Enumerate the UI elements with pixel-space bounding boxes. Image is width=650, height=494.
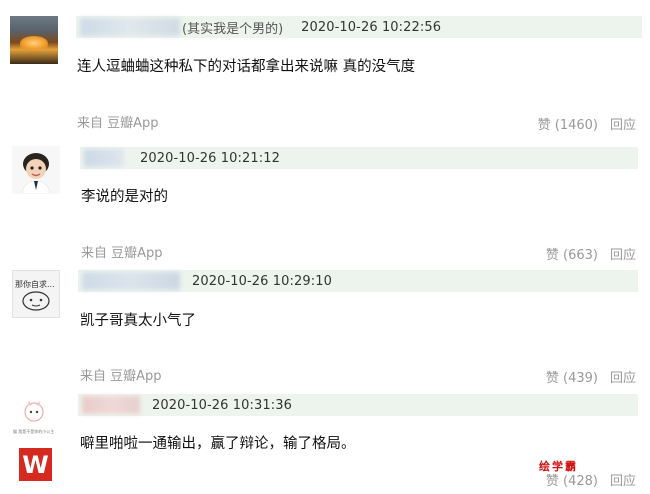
comment-text: 李说的是对的 <box>81 189 168 205</box>
comment-source: 来自 豆瓣App <box>77 116 159 131</box>
like-button[interactable]: 赞 (1460) <box>538 114 598 133</box>
timestamp: 2020-10-26 10:21:12 <box>140 150 280 166</box>
w-logo: W <box>19 448 52 481</box>
comment-header: 2020-10-26 10:21:12 <box>80 147 638 169</box>
username-blurred[interactable] <box>82 272 180 290</box>
reply-button[interactable]: 回应 <box>610 244 636 263</box>
avatar-caption: 那你自求... <box>15 279 55 289</box>
child-avatar-image <box>21 153 51 194</box>
avatar-caption: 猫 我是不是你的小公主 <box>13 428 54 434</box>
like-button[interactable]: 赞 (439) <box>546 367 598 386</box>
sunset-image <box>20 36 48 50</box>
comment-source: 来自 豆瓣App <box>81 246 163 261</box>
username-suffix[interactable]: (其实我是个男的) <box>182 18 283 37</box>
sketch-avatar-image: 那你自求... <box>15 279 55 311</box>
like-button[interactable]: 赞 (663) <box>546 244 598 263</box>
reply-button[interactable]: 回应 <box>610 470 636 489</box>
comment-text: 凯子哥真太小气了 <box>80 313 196 329</box>
comment-header: 2020-10-26 10:29:10 <box>78 270 638 292</box>
comment-actions: 赞 (439) 回应 <box>546 367 636 386</box>
timestamp: 2020-10-26 10:29:10 <box>192 273 332 289</box>
comment-header: (其实我是个男的) 2020-10-26 10:22:56 <box>76 16 642 38</box>
username-blurred[interactable] <box>84 149 124 167</box>
avatar[interactable] <box>12 146 60 194</box>
username-blurred[interactable] <box>82 396 140 414</box>
cat-avatar-image: 猫 我是不是你的小公主 <box>13 401 54 434</box>
username-blurred[interactable] <box>80 18 180 36</box>
avatar[interactable] <box>10 16 58 64</box>
timestamp: 2020-10-26 10:22:56 <box>301 19 442 35</box>
avatar[interactable]: 猫 我是不是你的小公主 <box>12 396 56 444</box>
comment-source: 来自 豆瓣App <box>80 369 162 384</box>
timestamp: 2020-10-26 10:31:36 <box>152 397 292 413</box>
comment-actions: 赞 (1460) 回应 <box>538 114 636 133</box>
comment-text: 噼里啪啦一通输出，赢了辩论，输了格局。 <box>80 436 356 452</box>
avatar[interactable]: 那你自求... <box>12 270 60 318</box>
comment-text: 连人逗蛐蛐这种私下的对话都拿出来说嘛 真的没气度 <box>77 59 416 75</box>
comment-header: 2020-10-26 10:31:36 <box>78 394 638 416</box>
watermark: 绘学霸 <box>539 460 578 473</box>
reply-button[interactable]: 回应 <box>610 114 636 133</box>
comment-actions: 赞 (663) 回应 <box>546 244 636 263</box>
reply-button[interactable]: 回应 <box>610 367 636 386</box>
